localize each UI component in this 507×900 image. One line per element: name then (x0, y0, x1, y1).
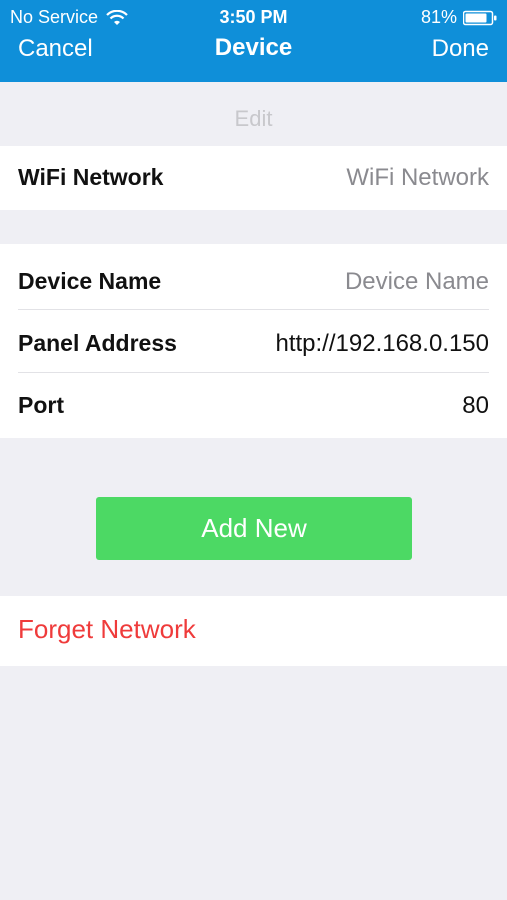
wifi-section: WiFi Network WiFi Network (0, 146, 507, 210)
device-name-label: Device Name (18, 268, 162, 294)
wifi-network-field[interactable]: WiFi Network (346, 164, 489, 192)
panel-address-row[interactable]: Panel Address http://192.168.0.150 (0, 312, 507, 376)
port-row[interactable]: Port 80 (0, 374, 507, 438)
header: No Service 3:50 PM 81% Cancel Device Don… (0, 0, 507, 82)
battery-percent: 81% (420, 7, 457, 27)
wifi-network-label: WiFi Network (18, 164, 164, 190)
device-section: Device Name Device Name Panel Address ht… (0, 244, 507, 438)
device-name-field[interactable]: Device Name (345, 268, 489, 296)
battery-icon (463, 10, 497, 25)
status-right: 81% (421, 7, 497, 28)
divider (18, 309, 489, 310)
wifi-network-row[interactable]: WiFi Network WiFi Network (0, 146, 507, 210)
port-field[interactable]: 80 (462, 392, 489, 420)
device-name-row[interactable]: Device Name Device Name (0, 250, 507, 314)
edit-button[interactable]: Edit (0, 106, 507, 132)
panel-address-label: Panel Address (18, 330, 177, 356)
forget-section: Forget Network (0, 596, 507, 666)
port-label: Port (18, 392, 64, 418)
forget-network-button[interactable]: Forget Network (18, 614, 196, 645)
panel-address-field[interactable]: http://192.168.0.150 (275, 330, 489, 358)
nav-bar: Cancel Device Done (0, 30, 507, 70)
done-button[interactable]: Done (432, 35, 489, 63)
divider (18, 372, 489, 373)
add-new-button[interactable]: Add New (96, 497, 412, 560)
